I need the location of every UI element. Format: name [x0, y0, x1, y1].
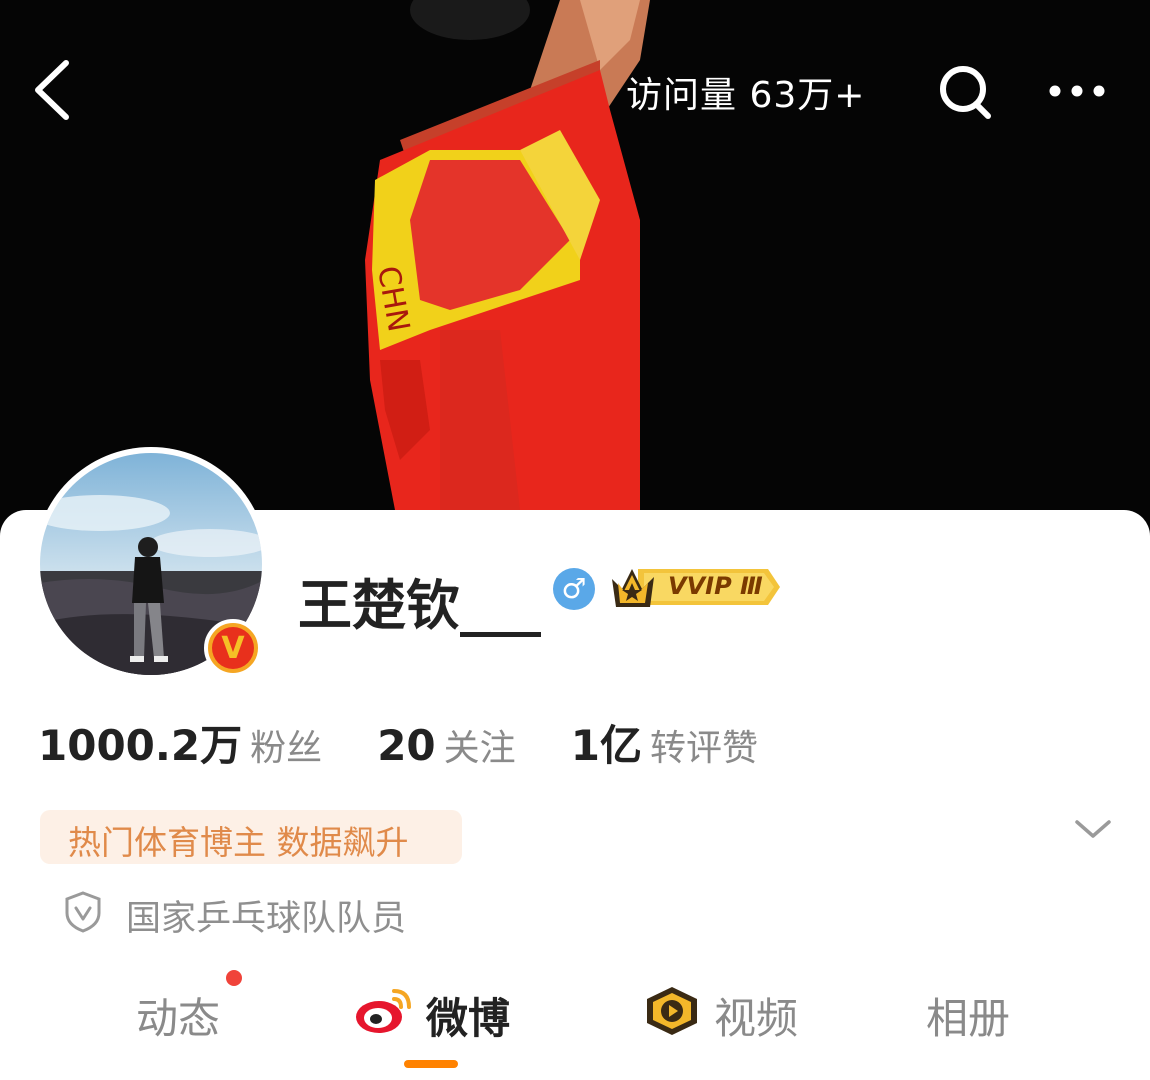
expand-profile-button[interactable]: [1072, 812, 1114, 846]
weibo-logo-icon: [356, 989, 411, 1033]
certification-text: 国家乒乓球队队员: [126, 899, 407, 939]
stat-followers-label: 粉丝: [250, 728, 323, 769]
verified-badge-letter: V: [221, 631, 245, 666]
activity-unread-dot: [226, 970, 242, 986]
back-button[interactable]: [30, 55, 80, 125]
verified-badge: V: [204, 619, 262, 677]
video-badge-icon: [647, 987, 697, 1035]
shield-verified-icon: [65, 891, 101, 933]
tab-activity[interactable]: 动态: [136, 985, 220, 1045]
tab-album-label: 相册: [926, 994, 1011, 1043]
stat-likes-value: 1亿: [570, 721, 642, 770]
search-button[interactable]: [936, 62, 996, 122]
avatar[interactable]: V: [34, 447, 268, 681]
search-icon: [940, 66, 991, 119]
more-options-button[interactable]: [1046, 74, 1108, 108]
tab-album[interactable]: 相册: [926, 985, 1010, 1045]
tab-weibo-label: 微博: [426, 994, 511, 1043]
hot-blogger-tag-text: 热门体育博主 数据飙升: [68, 823, 409, 862]
hot-blogger-tag[interactable]: 热门体育博主 数据飙升: [40, 810, 462, 864]
visit-count: 访问量 63万+: [626, 75, 866, 116]
stat-followers-value: 1000.2万: [38, 721, 243, 770]
profile-stats: 1000.2万 粉丝 20 关注 1亿 转评赞: [38, 712, 808, 772]
vvip-badge-text: VVIP Ⅲ: [668, 572, 763, 600]
stat-likes[interactable]: 1亿 转评赞: [571, 712, 758, 773]
chevron-down-icon: [1075, 820, 1111, 838]
tab-video-label: 视频: [714, 994, 799, 1043]
profile-tabs: 动态 微博 视频 相册: [0, 975, 1150, 1080]
stat-following-value: 20: [377, 721, 436, 770]
tab-activity-label: 动态: [136, 994, 221, 1043]
stat-following-label: 关注: [443, 728, 516, 769]
stat-likes-label: 转评赞: [649, 728, 758, 769]
stat-followers[interactable]: 1000.2万 粉丝: [38, 712, 322, 773]
gender-symbol: ♂: [561, 572, 587, 605]
back-icon: [35, 60, 69, 120]
more-icon: [1049, 85, 1105, 97]
gender-male-icon: ♂: [553, 568, 595, 610]
active-tab-indicator: [404, 1060, 458, 1068]
stat-following[interactable]: 20 关注: [377, 719, 515, 771]
profile-name: 王楚钦___: [298, 574, 541, 637]
